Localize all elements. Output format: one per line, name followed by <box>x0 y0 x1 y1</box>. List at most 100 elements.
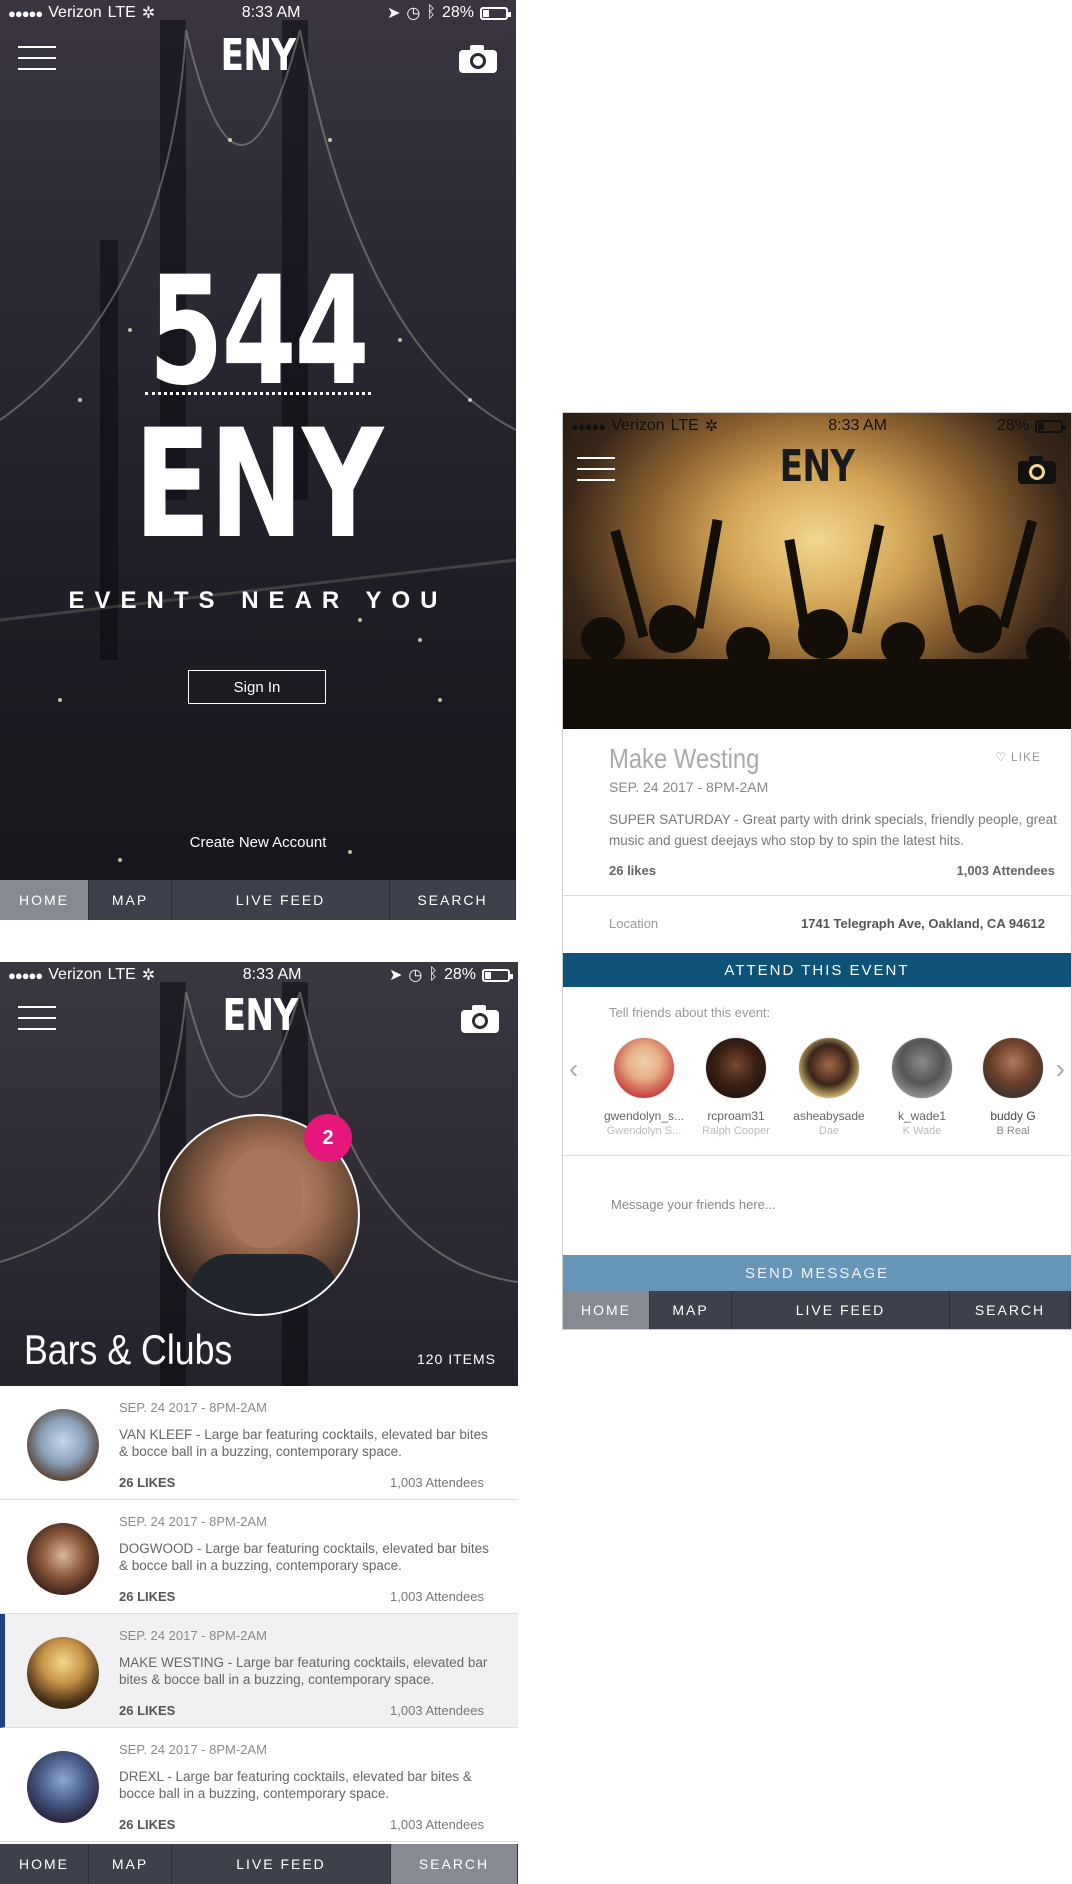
camera-icon[interactable] <box>1017 455 1057 485</box>
tab-map[interactable]: MAP <box>89 1844 172 1884</box>
app-logo: ENY <box>220 30 296 81</box>
item-likes: 26 LIKES <box>119 1589 176 1604</box>
item-description: DREXL - Large bar featuring cocktails, e… <box>119 1769 472 1801</box>
hero-title: ENY <box>134 398 383 572</box>
tab-home[interactable]: HOME <box>0 880 89 920</box>
status-bar: ●●●●● Verizon LTE ✲ 8:33 AM ➤ ◷ ᛒ 28% <box>0 962 518 988</box>
crowd-silhouette <box>563 519 1071 729</box>
item-description: VAN KLEEF - Large bar featuring cocktail… <box>119 1427 488 1459</box>
venue-thumbnail <box>27 1637 99 1709</box>
friend-username: buddy G <box>990 1109 1036 1123</box>
battery-percent: 28% <box>996 417 1029 434</box>
battery-icon <box>479 6 511 20</box>
alarm-icon: ◷ <box>406 5 421 22</box>
friend-name: Ralph Cooper <box>702 1125 770 1137</box>
create-account-link[interactable]: Create New Account <box>0 834 516 851</box>
location-label: Location <box>609 916 659 931</box>
tab-live-feed[interactable]: LIVE FEED <box>172 880 390 920</box>
location-arrow-icon: ➤ <box>386 5 401 22</box>
attend-event-button[interactable]: ATTEND THIS EVENT <box>563 953 1071 987</box>
battery-percent: 28% <box>443 966 476 983</box>
tagline: EVENTS NEAR YOU <box>68 587 448 614</box>
status-bar: ●●●●● Verizon LTE ✲ 8:33 AM 28% <box>563 413 1071 439</box>
carrier: Verizon <box>48 4 102 21</box>
friend-name: K Wade <box>902 1125 942 1137</box>
status-bar: ●●●●● Verizon LTE ✲ 8:33 AM ➤ ◷ ᛒ 28% <box>0 0 516 26</box>
tab-search[interactable]: SEARCH <box>391 1844 518 1884</box>
list-item-selected[interactable]: SEP. 24 2017 - 8PM-2AM MAKE WESTING - La… <box>0 1614 518 1728</box>
friend-item[interactable]: buddy G B Real <box>968 1037 1058 1137</box>
item-date: SEP. 24 2017 - 8PM-2AM <box>119 1514 267 1529</box>
chevron-left-icon[interactable]: ‹ <box>569 1053 578 1085</box>
section-title: Bars & Clubs <box>24 1326 233 1373</box>
tab-live-feed[interactable]: LIVE FEED <box>172 1844 391 1884</box>
activity-icon: ✲ <box>704 418 719 435</box>
listing-hero: ●●●●● Verizon LTE ✲ 8:33 AM ➤ ◷ ᛒ 28% EN… <box>0 962 518 1386</box>
location-address[interactable]: 1741 Telegraph Ave, Oakland, CA 94612 <box>801 916 1045 931</box>
tab-bar: HOME MAP LIVE FEED SEARCH <box>0 1844 518 1884</box>
item-attendees: 1,003 Attendees <box>390 1475 484 1490</box>
tab-home[interactable]: HOME <box>563 1291 650 1329</box>
clock: 8:33 AM <box>828 417 887 434</box>
menu-icon[interactable] <box>577 457 615 481</box>
activity-icon: ✲ <box>141 5 156 22</box>
divider <box>145 392 371 395</box>
bluetooth-icon: ᛒ <box>428 966 438 983</box>
signal-icon: ●●●●● <box>8 967 43 983</box>
item-likes: 26 LIKES <box>119 1475 176 1490</box>
menu-icon[interactable] <box>18 1006 56 1030</box>
item-attendees: 1,003 Attendees <box>390 1589 484 1604</box>
event-photo: ●●●●● Verizon LTE ✲ 8:33 AM 28% ENY <box>563 413 1071 729</box>
event-likes: 26 likes <box>609 863 656 878</box>
list-item[interactable]: SEP. 24 2017 - 8PM-2AM VAN KLEEF - Large… <box>0 1386 518 1500</box>
tab-map[interactable]: MAP <box>650 1291 732 1329</box>
friend-name: Gwendolyn S... <box>606 1125 682 1137</box>
event-date: SEP. 24 2017 - 8PM-2AM <box>609 779 769 795</box>
sign-in-button[interactable]: Sign In <box>188 670 326 704</box>
friend-username: rcproam31 <box>707 1109 765 1123</box>
tab-bar: HOME MAP LIVE FEED SEARCH <box>563 1291 1071 1329</box>
friend-name: Dae <box>818 1125 840 1137</box>
friend-username: gwendolyn_s... <box>603 1109 685 1123</box>
friend-item[interactable]: gwendolyn_s... Gwendolyn S... <box>599 1037 689 1137</box>
list-item[interactable]: SEP. 24 2017 - 8PM-2AM DOGWOOD - Large b… <box>0 1500 518 1614</box>
send-message-button[interactable]: SEND MESSAGE <box>563 1255 1071 1291</box>
event-description: SUPER SATURDAY - Great party with drink … <box>609 812 1057 848</box>
friend-username: k_wade1 <box>897 1109 947 1123</box>
items-count: 120 ITEMS <box>416 1351 496 1367</box>
item-attendees: 1,003 Attendees <box>390 1703 484 1718</box>
friend-item[interactable]: k_wade1 K Wade <box>877 1037 967 1137</box>
bluetooth-icon: ᛒ <box>426 4 436 21</box>
tab-search[interactable]: SEARCH <box>950 1291 1071 1329</box>
friend-avatar <box>705 1037 767 1099</box>
tab-home[interactable]: HOME <box>0 1844 89 1884</box>
friend-item[interactable]: asheabysade Dae <box>784 1037 874 1137</box>
message-input[interactable] <box>609 1196 1033 1213</box>
item-date: SEP. 24 2017 - 8PM-2AM <box>119 1628 267 1643</box>
tab-live-feed[interactable]: LIVE FEED <box>732 1291 950 1329</box>
listing-screen: ●●●●● Verizon LTE ✲ 8:33 AM ➤ ◷ ᛒ 28% EN… <box>0 962 518 1884</box>
friend-item[interactable]: rcproam31 Ralph Cooper <box>691 1037 781 1137</box>
venue-list: SEP. 24 2017 - 8PM-2AM VAN KLEEF - Large… <box>0 1386 518 1842</box>
list-item[interactable]: SEP. 24 2017 - 8PM-2AM DREXL - Large bar… <box>0 1728 518 1842</box>
camera-icon[interactable] <box>458 44 498 74</box>
tell-friends-label: Tell friends about this event: <box>609 1005 771 1020</box>
heart-icon: ♡ <box>995 750 1007 764</box>
like-button[interactable]: ♡ LIKE <box>995 750 1041 764</box>
tab-map[interactable]: MAP <box>89 880 172 920</box>
notification-badge[interactable]: 2 <box>304 1114 352 1162</box>
menu-icon[interactable] <box>18 46 56 70</box>
chevron-right-icon[interactable]: › <box>1056 1053 1065 1085</box>
battery-icon <box>481 968 513 982</box>
clock: 8:33 AM <box>241 4 301 21</box>
app-logo: ENY <box>779 441 855 492</box>
tab-search[interactable]: SEARCH <box>390 880 516 920</box>
network-type: LTE <box>107 966 136 983</box>
event-detail-screen: ●●●●● Verizon LTE ✲ 8:33 AM 28% ENY Make… <box>562 412 1072 1330</box>
friend-username: asheabysade <box>793 1109 865 1123</box>
item-attendees: 1,003 Attendees <box>390 1817 484 1832</box>
camera-icon[interactable] <box>460 1004 500 1034</box>
venue-thumbnail <box>27 1409 99 1481</box>
event-attendees: 1,003 Attendees <box>956 863 1055 878</box>
friend-avatar <box>982 1037 1044 1099</box>
